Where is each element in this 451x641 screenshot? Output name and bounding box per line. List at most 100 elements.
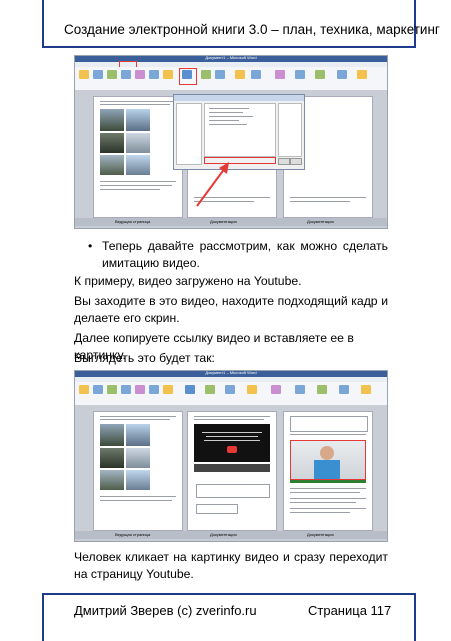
photo-thumbnail [126,470,150,490]
text-line [100,181,176,182]
video-preview-dark [194,424,270,462]
ribbon-icon [201,70,211,79]
photo-thumbnail [126,133,150,153]
document-canvas: Ведущая страница Документация Документац… [75,90,387,228]
text-line [290,502,356,503]
photo-thumbnail [126,109,150,131]
video-frame-highlight [290,440,366,480]
header-title: Создание электронной книги 3.0 – план, т… [64,22,440,37]
text-line [100,500,172,501]
bullet-text: Теперь давайте рассмотрим, как можно сде… [102,239,388,270]
screenshot-word-insert-picture: Документ1 – Microsoft Word Ведущая стран… [74,55,388,229]
paragraph: Выглядеть это будет так: [74,351,215,365]
page-label: Ведущая страница [115,219,151,224]
document-page [93,411,183,531]
text-line [290,512,350,513]
video-progress-bar [290,480,366,483]
text-line [290,492,360,493]
document-page [187,411,277,531]
dialog-sidebar [176,103,202,165]
ribbon-icon [107,70,117,79]
text-line [290,488,366,489]
ribbon-icon [149,385,159,394]
text-line [194,416,270,417]
page-label-strip: Ведущая страница Документация Документац… [75,218,387,226]
text-line [209,120,239,121]
page-label: Документация [210,532,237,537]
ribbon-icon [149,70,159,79]
window-title: Документ1 – Microsoft Word [205,55,257,60]
paragraph: Человек кликает на картинку видео и сраз… [74,550,388,581]
photo-thumbnail [126,448,150,468]
text-line [290,498,366,499]
ribbon-icon [235,70,245,79]
photo-thumbnail [100,470,124,490]
ribbon-icon [295,70,305,79]
play-icon [227,446,237,453]
ribbon-icon [339,385,349,394]
picture-button-highlight [179,68,197,85]
text-line [100,496,176,497]
footer-author: Дмитрий Зверев (с) zverinfo.ru [74,603,257,618]
ribbon-icon [247,385,257,394]
page-label: Ведущая страница [115,532,151,537]
screenshot-word-video-imitation: Документ1 – Microsoft Word Ведущая стран… [74,370,388,542]
text-line [100,189,160,190]
page-label: Документация [307,219,334,224]
text-line [290,197,366,198]
document-page [93,96,183,218]
dialog-titlebar [174,95,304,101]
ok-button [278,158,290,165]
table [290,416,368,432]
table [196,504,238,514]
ribbon-icon [337,70,347,79]
page-label-strip: Ведущая страница Документация Документац… [75,531,387,539]
photo-thumbnail [100,448,124,468]
ribbon-icon [317,385,327,394]
text-line [194,419,264,420]
text-line [204,440,260,441]
text-line [100,101,176,102]
ribbon-icon [357,70,367,79]
ribbon-icon [107,385,117,394]
photo-thumbnail [126,155,150,175]
photo-thumbnail [100,133,124,153]
ribbon-icon [79,70,89,79]
text-line [209,124,247,125]
paragraph: К примеру, видео загружено на Youtube. [74,274,302,288]
document-page [283,411,373,531]
frame-left-top [42,0,44,48]
photo-thumbnail [100,109,124,131]
text-line [290,201,350,202]
red-arrow-icon [196,162,229,207]
photo-thumbnail [100,424,124,446]
ribbon-icon [275,70,285,79]
ribbon-icon [361,385,371,394]
page-label: Документация [210,219,237,224]
text-line [209,116,253,117]
ribbon-icon [163,70,173,79]
video-preview-presenter [290,440,366,480]
text-line [209,112,243,113]
ribbon-icon [135,70,145,79]
ribbon-icon [205,385,215,394]
ribbon-icon [251,70,261,79]
bullet-dot: • [88,239,93,253]
ribbon-icon [135,385,145,394]
window-title: Документ1 – Microsoft Word [205,370,257,375]
ribbon-icon [93,70,103,79]
ribbon-icon [185,385,195,394]
video-progress [194,464,270,472]
ribbon-icon [215,70,225,79]
cancel-button [290,158,302,165]
ribbon-icon [295,385,305,394]
text-line [290,434,366,435]
text-line [100,185,172,186]
dialog-preview [278,103,302,157]
photo-thumbnail [100,155,124,175]
frame-footer-rule [42,593,416,595]
ribbon [75,382,387,406]
page-label: Документация [307,532,334,537]
text-line [290,508,366,509]
ribbon-icon [93,385,103,394]
